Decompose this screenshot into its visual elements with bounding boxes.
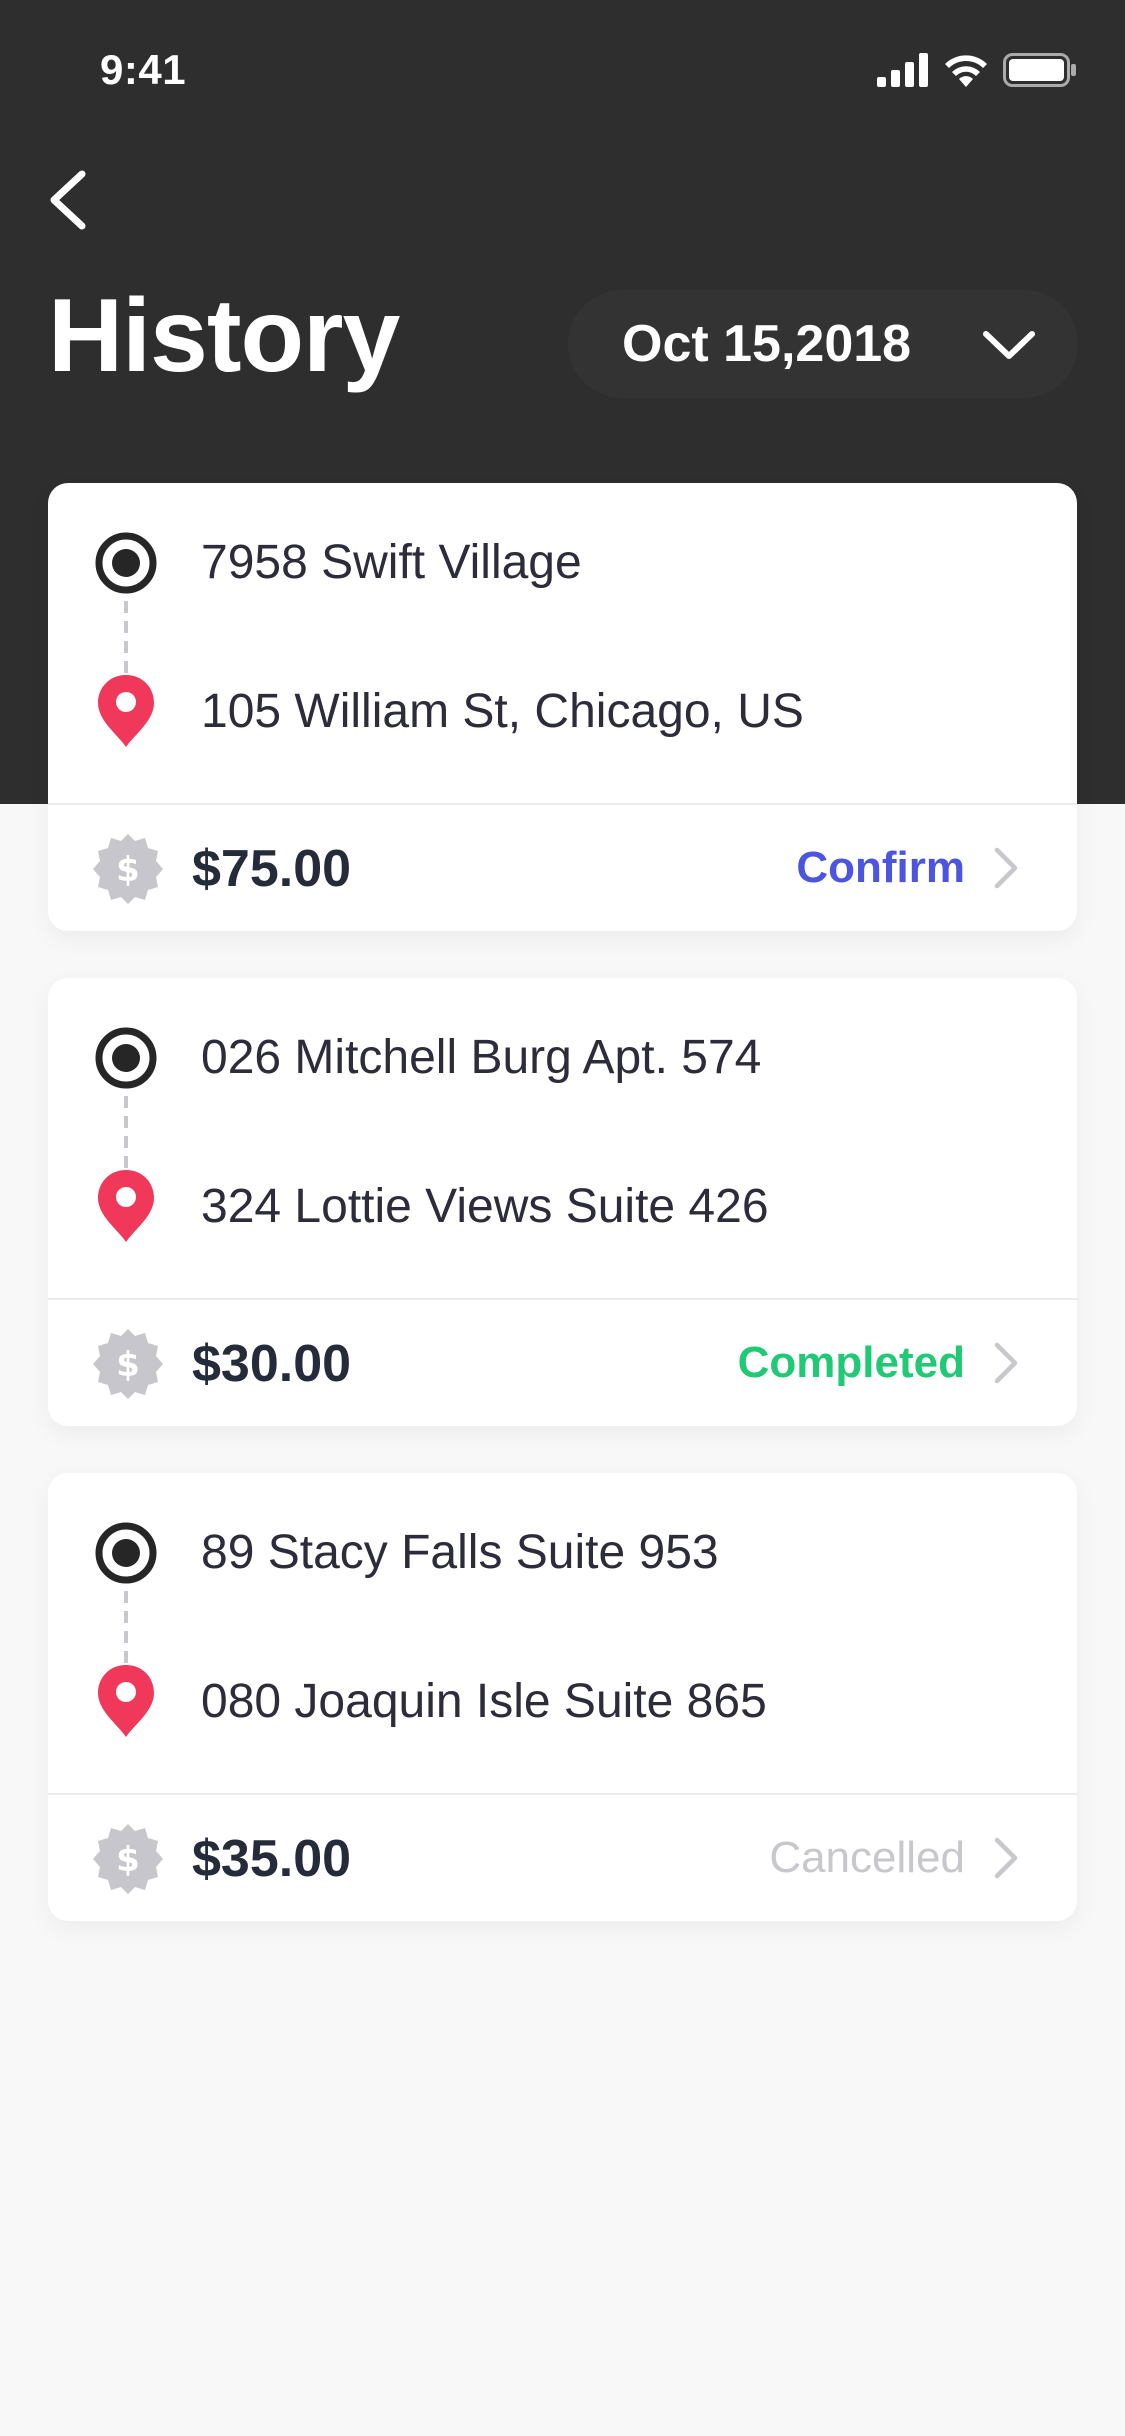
ride-card[interactable]: 026 Mitchell Burg Apt. 574 324 Lottie Vi… <box>48 978 1077 1426</box>
destination-pin-icon <box>98 1665 154 1737</box>
chevron-down-icon <box>983 331 1035 359</box>
ride-route: 7958 Swift Village 105 William St, Chica… <box>48 483 1077 803</box>
origin-icon <box>95 1027 157 1089</box>
ride-card[interactable]: 7958 Swift Village 105 William St, Chica… <box>48 483 1077 931</box>
back-button[interactable] <box>38 160 98 240</box>
ride-footer: $ $75.00 Confirm <box>48 805 1077 931</box>
signal-icon <box>877 53 928 87</box>
destination-address: 105 William St, Chicago, US <box>201 685 804 738</box>
status-time: 9:41 <box>100 46 187 93</box>
destination-pin-icon <box>98 675 154 747</box>
ride-route: 026 Mitchell Burg Apt. 574 324 Lottie Vi… <box>48 978 1077 1298</box>
ride-route: 89 Stacy Falls Suite 953 080 Joaquin Isl… <box>48 1473 1077 1793</box>
ride-price: $35.00 <box>192 1830 352 1888</box>
svg-text:$: $ <box>116 1840 140 1880</box>
ride-price: $30.00 <box>192 1335 352 1393</box>
chevron-right-icon <box>994 1837 1018 1879</box>
chevron-right-icon <box>994 1342 1018 1384</box>
date-picker[interactable]: Oct 15,2018 <box>568 290 1078 398</box>
dollar-badge-icon: $ <box>93 834 163 904</box>
ride-status: Completed <box>737 1338 965 1387</box>
origin-address: 89 Stacy Falls Suite 953 <box>201 1526 719 1579</box>
back-arrow-icon <box>50 170 86 230</box>
ride-footer: $ $30.00 Completed <box>48 1300 1077 1426</box>
status-bar: 9:41 <box>0 0 1125 140</box>
origin-icon <box>95 532 157 594</box>
destination-pin-icon <box>98 1170 154 1242</box>
svg-text:$: $ <box>116 850 140 890</box>
chevron-right-icon <box>994 847 1018 889</box>
dollar-badge-icon: $ <box>93 1329 163 1399</box>
ride-status: Confirm <box>796 843 965 892</box>
destination-address: 080 Joaquin Isle Suite 865 <box>201 1675 767 1728</box>
ride-footer: $ $35.00 Cancelled <box>48 1795 1077 1921</box>
svg-text:$: $ <box>116 1345 140 1385</box>
status-icons <box>877 50 1077 90</box>
date-label: Oct 15,2018 <box>622 315 912 373</box>
origin-address: 026 Mitchell Burg Apt. 574 <box>201 1031 762 1084</box>
ride-status-link[interactable]: Completed <box>738 1330 1021 1396</box>
ride-price: $75.00 <box>192 840 352 898</box>
ride-card[interactable]: 89 Stacy Falls Suite 953 080 Joaquin Isl… <box>48 1473 1077 1921</box>
origin-address: 7958 Swift Village <box>201 536 582 589</box>
destination-address: 324 Lottie Views Suite 426 <box>201 1180 769 1233</box>
wifi-icon <box>945 55 987 87</box>
dollar-badge-icon: $ <box>93 1824 163 1894</box>
ride-status: Cancelled <box>769 1833 965 1882</box>
page-title: History <box>48 278 400 394</box>
ride-status-link[interactable]: Cancelled <box>769 1825 1021 1891</box>
ride-status-link[interactable]: Confirm <box>796 835 1021 901</box>
battery-icon <box>1003 53 1076 87</box>
origin-icon <box>95 1522 157 1584</box>
